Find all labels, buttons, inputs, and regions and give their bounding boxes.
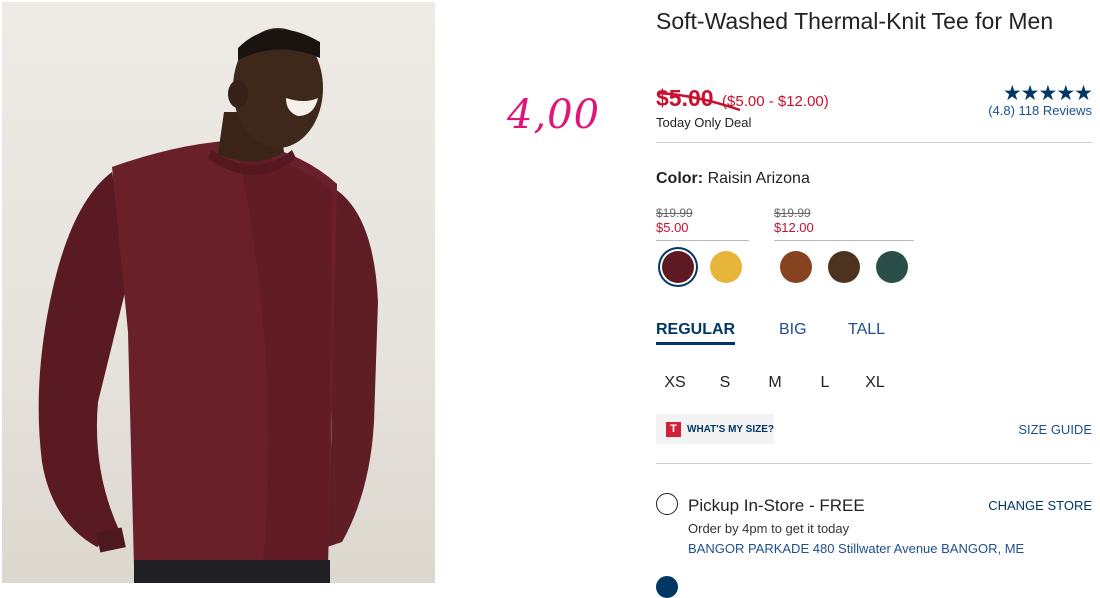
reviews-link[interactable]: (4.8) 118 Reviews <box>988 103 1092 118</box>
price-group-sale: $19.99 $5.00 <box>656 206 749 241</box>
store-address-link[interactable]: BANGOR PARKADE 480 Stillwater Avenue BAN… <box>688 541 1024 556</box>
whats-my-size-label: WHAT'S MY SIZE? <box>687 423 775 435</box>
color-label: Color: Raisin Arizona <box>656 170 810 187</box>
pickup-option-title: Pickup In-Store - FREE <box>688 496 865 515</box>
deal-label: Today Only Deal <box>656 115 752 130</box>
rating-stars-icon: ★★★★★ <box>1002 82 1093 105</box>
order-by-note: Order by 4pm to get it today <box>688 521 850 536</box>
selected-color-name: Raisin Arizona <box>707 170 810 187</box>
original-price: $19.99 <box>656 206 693 220</box>
size-option-s[interactable]: S <box>707 374 743 392</box>
ship-radio[interactable] <box>656 576 678 598</box>
price-group-regular: $19.99 $12.00 <box>774 206 914 241</box>
price-row: $5.00 ($5.00 - $12.00) <box>656 85 829 113</box>
rating[interactable]: ★★★★★ (4.8) 118 Reviews <box>988 82 1093 119</box>
tab-tall[interactable]: TALL <box>848 321 885 339</box>
product-title: Soft-Washed Thermal-Knit Tee for Men <box>656 8 1054 34</box>
color-swatch-rust[interactable] <box>780 251 812 283</box>
tab-regular[interactable]: REGULAR <box>656 321 736 345</box>
size-option-xl[interactable]: XL <box>857 374 893 392</box>
size-guide-link[interactable]: SIZE GUIDE <box>1018 422 1092 437</box>
product-photo[interactable] <box>2 2 435 583</box>
divider <box>656 142 1092 143</box>
color-swatch-dark-teal[interactable] <box>876 251 908 283</box>
original-price: $19.99 <box>774 206 811 220</box>
tab-big[interactable]: BIG <box>779 321 807 339</box>
size-option-m[interactable]: M <box>757 374 793 392</box>
color-swatch-raisin-arizona[interactable] <box>662 251 694 283</box>
pickup-radio[interactable] <box>656 493 678 515</box>
size-option-l[interactable]: L <box>807 374 843 392</box>
model-illustration <box>38 28 378 583</box>
size-option-xs[interactable]: XS <box>657 374 693 392</box>
handwritten-price-annotation: 4,00 <box>507 92 601 138</box>
color-swatch-dark-brown[interactable] <box>828 251 860 283</box>
whats-my-size-button[interactable]: T WHAT'S MY SIZE? <box>656 414 774 444</box>
sale-price: $5.00 <box>656 85 741 112</box>
price-strikethrough-mark <box>657 91 741 112</box>
group-price: $12.00 <box>774 220 814 235</box>
true-fit-logo-icon: T <box>666 421 681 437</box>
divider <box>656 463 1092 464</box>
change-store-link[interactable]: CHANGE STORE <box>988 498 1092 513</box>
color-swatch-mustard[interactable] <box>710 251 742 283</box>
group-price: $5.00 <box>656 220 689 235</box>
